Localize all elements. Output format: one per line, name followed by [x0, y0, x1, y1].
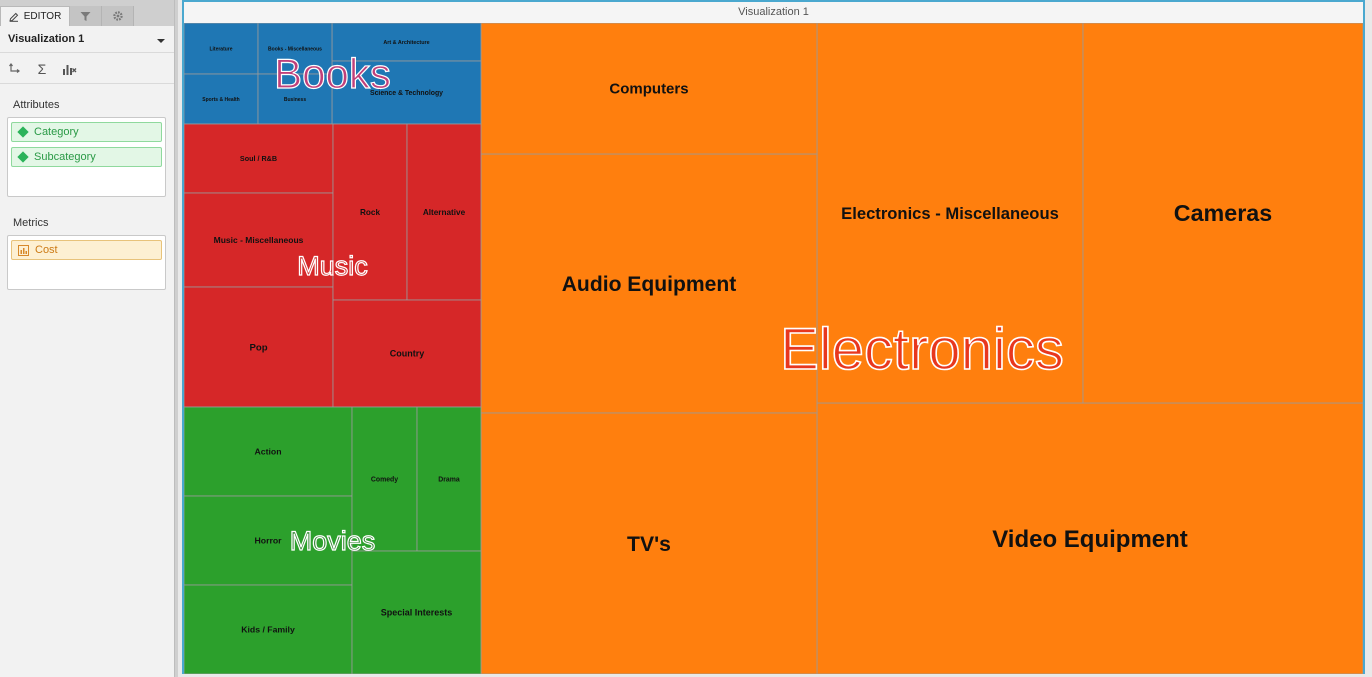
metric-pill-label: Cost	[35, 244, 58, 256]
chart-type-icon	[62, 65, 76, 75]
treemap-cell-label-tv-s: TV's	[627, 533, 671, 556]
attributes-heading: Attributes	[13, 99, 60, 111]
treemap-cell-label-comedy: Comedy	[371, 476, 398, 483]
treemap-cell-label-cameras: Cameras	[1174, 200, 1272, 226]
pencil-icon	[9, 12, 18, 22]
app-window: EDITOR Visualization 1 Σ Attributes Cate…	[0, 0, 1372, 677]
treemap-cell-label-video-equipment: Video Equipment	[992, 526, 1188, 553]
treemap-cell-label-business: Business	[284, 97, 306, 103]
treemap-cell-label-pop: Pop	[249, 342, 267, 353]
chart-type-button[interactable]	[60, 61, 78, 77]
attribute-diamond-icon	[17, 151, 29, 163]
treemap-cell-label-special-interests: Special Interests	[381, 608, 453, 618]
treemap-cell-label-horror: Horror	[254, 536, 282, 546]
visualization-panel[interactable]: Visualization 1 Video Equipment Electroni…	[182, 0, 1365, 674]
filter-icon	[80, 11, 91, 21]
swap-axes-icon	[9, 63, 20, 73]
attribute-pill-label: Category	[34, 126, 79, 138]
editor-toolbar: Σ	[0, 54, 174, 84]
tab-editor[interactable]: EDITOR	[0, 6, 70, 26]
metric-pill-cost[interactable]: Cost	[11, 240, 162, 260]
attribute-pill-label: Subcategory	[34, 151, 96, 163]
treemap-cell-label-rock: Rock	[360, 208, 380, 217]
metrics-heading: Metrics	[13, 217, 49, 229]
visualization-title: Visualization 1	[184, 2, 1363, 24]
chevron-down-icon	[157, 39, 165, 43]
treemap-cell-label-alternative: Alternative	[423, 208, 466, 217]
swap-axes-button[interactable]	[6, 61, 24, 77]
metrics-well[interactable]: Cost	[7, 235, 166, 290]
treemap-cell-label-audio-equipment: Audio Equipment	[562, 273, 737, 296]
sidebar-resize-handle[interactable]	[174, 0, 178, 677]
visualization-selector[interactable]: Visualization 1	[0, 27, 174, 53]
treemap-cell-label-computers: Computers	[609, 81, 688, 98]
attribute-pill-subcategory[interactable]: Subcategory	[11, 147, 162, 167]
treemap-group-label-music: Music	[297, 251, 368, 281]
metric-icon	[18, 244, 29, 256]
treemap-cell-label-literature: Literature	[209, 46, 232, 52]
treemap-cell-label-drama: Drama	[438, 476, 460, 483]
treemap-cell-label-country: Country	[390, 349, 425, 359]
treemap-cell-label-art-architecture: Art & Architecture	[383, 40, 429, 46]
treemap-cell-label-music-miscellaneous: Music - Miscellaneous	[214, 235, 304, 245]
treemap-cell-label-action: Action	[254, 447, 281, 457]
attributes-well[interactable]: Category Subcategory	[7, 117, 166, 197]
editor-sidebar: EDITOR Visualization 1 Σ Attributes Cate…	[0, 0, 174, 677]
gear-icon	[112, 11, 123, 21]
treemap-cell-label-sports-health: Sports & Health	[202, 97, 240, 103]
treemap-cell-label-soul-r-b: Soul / R&B	[240, 154, 277, 163]
treemap-cell-label-kids-family: Kids / Family	[241, 625, 295, 635]
tab-filters[interactable]	[70, 6, 102, 26]
tab-settings[interactable]	[102, 6, 134, 26]
sidebar-tabbar: EDITOR	[0, 0, 174, 26]
treemap-chart[interactable]: Video Equipment Electronics - Miscellaneo…	[184, 23, 1363, 674]
attribute-pill-category[interactable]: Category	[11, 122, 162, 142]
treemap-cell-label-electronics-miscellaneous: Electronics - Miscellaneous	[841, 204, 1059, 223]
aggregate-button[interactable]: Σ	[33, 61, 51, 77]
treemap-group-label-movies: Movies	[290, 526, 376, 556]
tab-editor-label: EDITOR	[23, 11, 62, 22]
treemap-group-label-electronics: Electronics	[780, 317, 1064, 382]
attribute-diamond-icon	[17, 126, 29, 138]
treemap-group-label-books: Books	[274, 50, 391, 97]
sigma-icon: Σ	[37, 61, 47, 77]
visualization-selector-value: Visualization 1	[8, 33, 85, 45]
